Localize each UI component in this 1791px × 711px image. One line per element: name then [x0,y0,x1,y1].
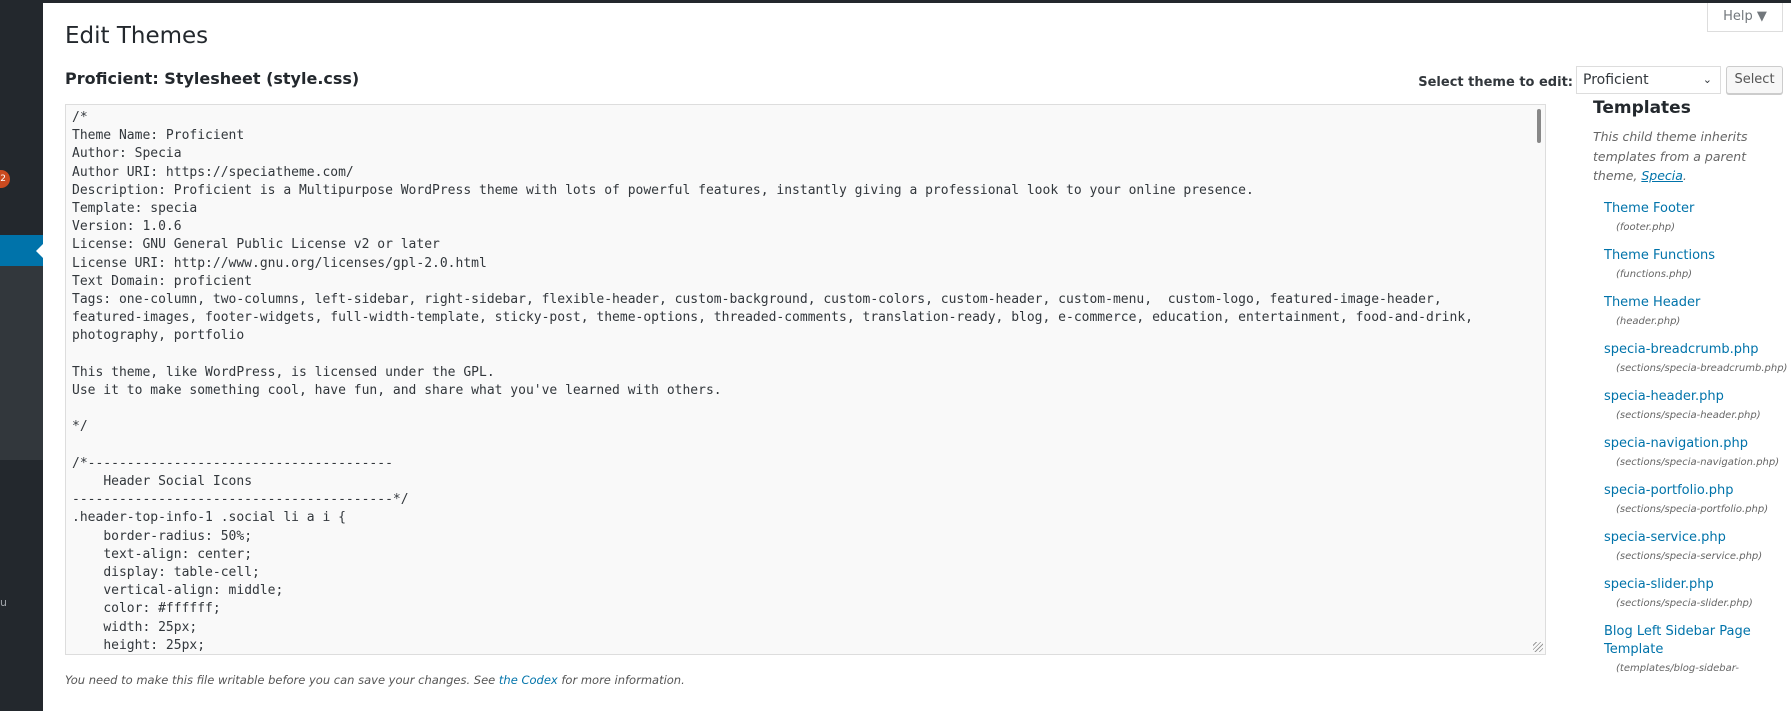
parent-theme-link[interactable]: Specia [1641,168,1683,183]
theme-select[interactable]: Proficient ⌄ [1576,66,1721,94]
template-file: (sections/specia-breadcrumb.php) [1616,362,1788,374]
theme-select-value: Proficient [1583,72,1649,88]
template-item[interactable]: Theme Header (header.php) [1604,294,1791,331]
template-file: (functions.php) [1616,268,1693,280]
page-title: Edit Themes [65,23,209,49]
template-file: (footer.php) [1616,221,1676,233]
child-theme-note: This child theme inherits templates from… [1593,127,1791,186]
templates-heading: Templates [1593,98,1691,118]
template-file: (sections/specia-service.php) [1616,550,1763,562]
chevron-down-icon: ⌄ [1702,73,1712,86]
template-list: Theme Footer (footer.php) Theme Functions (… [1593,200,1791,678]
template-file: (sections/specia-slider.php) [1616,597,1753,609]
template-link[interactable]: specia-header.php [1604,388,1791,406]
admin-sidebar: 2 u [0,0,43,711]
template-item[interactable]: specia-header.php (sections/specia-header… [1604,388,1791,425]
template-file: (sections/specia-portfolio.php) [1616,503,1769,515]
codex-link[interactable]: the Codex [499,673,558,687]
code-editor[interactable]: /* Theme Name: Proficient Author: Specia… [65,104,1546,655]
template-item[interactable]: Theme Functions (functions.php) [1604,247,1791,284]
template-link[interactable]: Theme Header [1604,294,1791,312]
template-link[interactable]: specia-navigation.php [1604,435,1791,453]
theme-select-label: Select theme to edit: [1418,75,1573,90]
template-item[interactable]: specia-service.php (sections/specia-servi… [1604,529,1791,566]
templates-panel: Templates This child theme inherits temp… [1593,98,1791,688]
template-file: (templates/blog-sidebar- [1616,662,1739,674]
template-file: (sections/specia-header.php) [1616,409,1761,421]
template-link[interactable]: specia-portfolio.php [1604,482,1791,500]
template-item[interactable]: specia-breadcrumb.php (sections/specia-br… [1604,341,1791,378]
period: . [1682,168,1687,183]
code-content[interactable]: /* Theme Name: Proficient Author: Specia… [66,105,1526,654]
template-file: (sections/specia-navigation.php) [1616,456,1780,468]
template-link[interactable]: Theme Footer [1604,200,1791,218]
template-file: (header.php) [1616,315,1681,327]
template-item[interactable]: Theme Footer (footer.php) [1604,200,1791,237]
template-item[interactable]: specia-portfolio.php (sections/specia-por… [1604,482,1791,519]
file-title: Proficient: Stylesheet (style.css) [65,69,360,88]
editor-scrollbar[interactable] [1537,109,1541,143]
template-link[interactable]: specia-service.php [1604,529,1791,547]
resize-handle-icon[interactable] [1533,642,1543,652]
sidebar-submenu[interactable] [0,266,43,460]
sidebar-item-appearance[interactable] [0,235,43,266]
main-content: Edit Themes Help ▼ Proficient: Styleshee… [43,3,1791,711]
note-text: You need to make this file writable befo… [65,673,499,687]
help-label: Help [1723,9,1753,24]
caret-down-icon: ▼ [1756,9,1767,24]
template-link[interactable]: specia-breadcrumb.php [1604,341,1791,359]
note-text-end: for more information. [557,673,685,687]
template-link[interactable]: Theme Functions [1604,247,1791,265]
not-writable-note: You need to make this file writable befo… [65,673,685,687]
template-item[interactable]: Blog Left Sidebar Page Template (template… [1604,623,1791,678]
template-link[interactable]: Blog Left Sidebar Page Template [1604,623,1791,659]
update-badge: 2 [0,170,10,188]
template-link[interactable]: specia-slider.php [1604,576,1791,594]
template-item[interactable]: specia-navigation.php (sections/specia-na… [1604,435,1791,472]
template-item[interactable]: specia-slider.php (sections/specia-slider… [1604,576,1791,613]
select-button[interactable]: Select [1726,66,1783,94]
help-button[interactable]: Help ▼ [1707,3,1783,32]
collapse-menu-icon[interactable]: u [0,596,7,609]
